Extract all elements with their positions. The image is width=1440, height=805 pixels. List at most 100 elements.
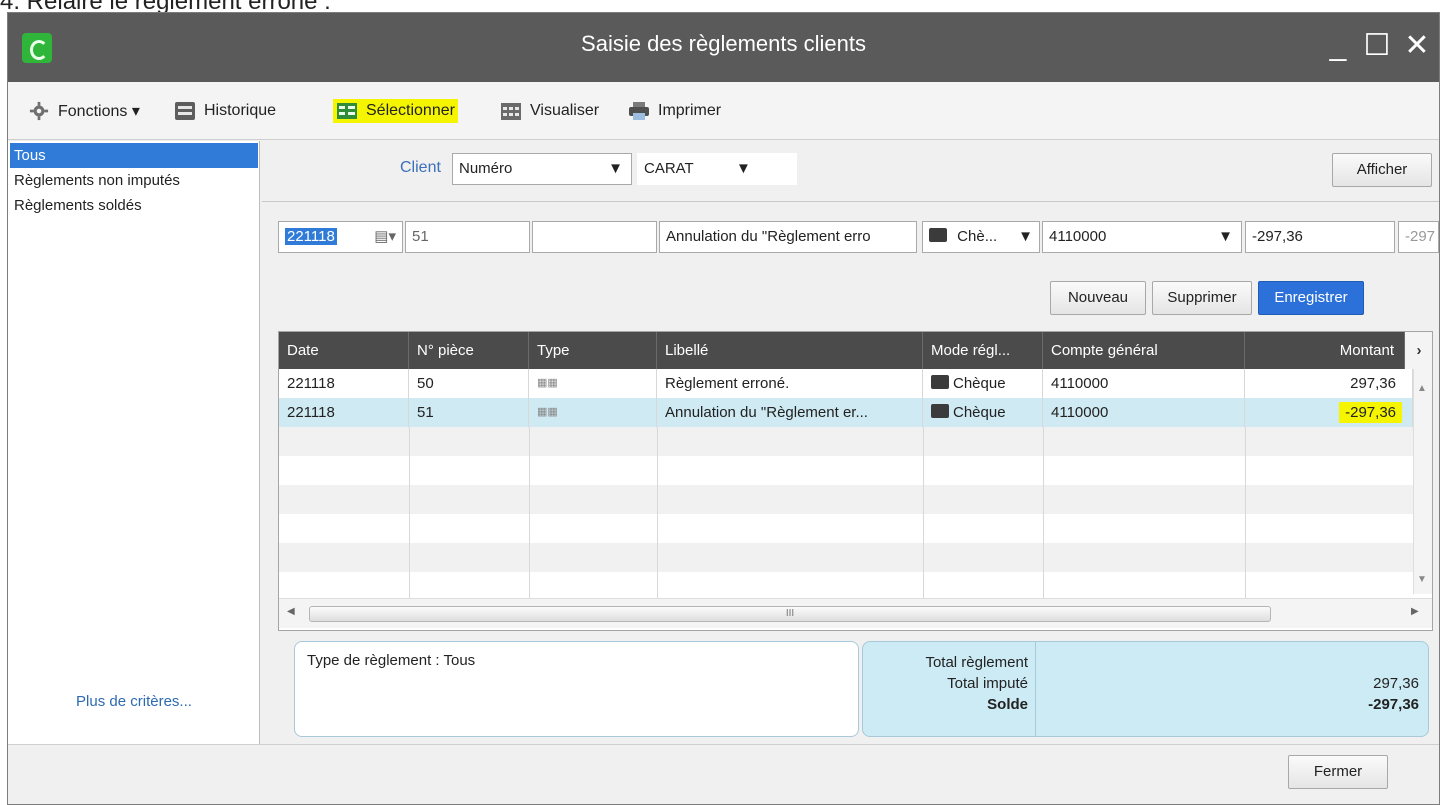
footer-bar: Fermer [8,744,1439,804]
total-impute-label: Total imputé [947,675,1028,692]
history-icon [175,102,195,120]
col-libelle[interactable]: Libellé [657,332,923,369]
col-account[interactable]: Compte général [1043,332,1245,369]
calendar-icon [501,103,521,120]
entry-account-select[interactable]: 4110000 ▼ [1042,221,1242,253]
entry-date-field[interactable]: 221118 ▤▾ [278,221,403,253]
cell-date: 221118 [279,369,409,398]
chevron-down-icon: ▼ [608,160,623,177]
print-label: Imprimer [658,102,722,119]
minimize-button[interactable]: _ [1320,27,1356,65]
cell-libelle: Règlement erroné. [657,369,923,398]
cell-piece: 50 [409,369,529,398]
entry-mode-select[interactable]: Chè... ▼ [922,221,1040,253]
entry-mode-value: Chè... [957,228,998,245]
scroll-right-icon[interactable]: › [1405,332,1432,369]
cell-libelle: Annulation du "Règlement er... [657,398,923,427]
show-button[interactable]: Afficher [1332,153,1432,187]
totals-labels: Total règlement Total imputé Solde [863,652,1028,715]
functions-menu-button[interactable]: Fonctions ▾ [28,82,140,140]
cell-account: 4110000 [1043,398,1245,427]
select-highlight: Sélectionner [333,99,458,123]
history-button[interactable]: Historique [174,82,276,140]
sidebar-item-settled[interactable]: Règlements soldés [10,193,258,218]
col-piece[interactable]: N° pièce [409,332,529,369]
functions-label: Fonctions ▾ [58,103,140,120]
select-button[interactable]: Sélectionner [333,82,458,140]
cell-date: 221118 [279,398,409,427]
calendar-dropdown-icon[interactable]: ▤▾ [374,222,396,252]
print-button[interactable]: Imprimer [628,82,721,140]
entry-amount-field[interactable]: -297,36 [1245,221,1395,253]
sidebar-item-unassigned[interactable]: Règlements non imputés [10,168,258,193]
client-mode-select[interactable]: Numéro ▼ [452,153,632,185]
scroll-up-icon[interactable]: ▲ [1417,383,1427,394]
entry-piece-field[interactable]: 51 [405,221,530,253]
column-divider [409,427,410,598]
more-criteria-link[interactable]: Plus de critères... [8,693,260,710]
cell-mode-label: Chèque [953,375,1006,392]
table-row-empty [279,543,1413,572]
scroll-grip: III [785,608,795,619]
total-reglement-label: Total règlement [925,654,1028,671]
col-type[interactable]: Type [529,332,657,369]
horizontal-scroll-thumb[interactable]: III [309,606,1271,622]
select-label: Sélectionner [366,102,455,119]
gear-icon [29,101,49,121]
window-title: Saisie des règlements clients [581,31,866,56]
totals-panel: Total règlement Total imputé Solde 297,3… [862,641,1429,737]
column-divider [923,427,924,598]
table-row-empty [279,456,1413,485]
vertical-scrollbar[interactable]: ▲ ▼ [1413,369,1432,594]
column-divider [529,427,530,598]
cheque-icon [931,404,949,418]
scroll-down-icon[interactable]: ▼ [1417,574,1427,585]
col-amount[interactable]: Montant [1245,332,1405,369]
title-bar: Saisie des règlements clients _ ☐ ✕ [8,13,1439,82]
maximize-button[interactable]: ☐ [1358,27,1396,65]
window: Saisie des règlements clients _ ☐ ✕ Fonc… [7,12,1440,805]
sidebar-item-all[interactable]: Tous [10,143,258,168]
table-row-selected[interactable]: 221118 51 ▦▦ Annulation du "Règlement er… [279,398,1413,427]
column-divider [1245,427,1246,598]
entry-date-value: 221118 [285,228,337,245]
client-value: CARAT [644,160,694,177]
view-button[interactable]: Visualiser [500,82,599,140]
cell-type-icon: ▦▦ [529,398,657,427]
col-mode[interactable]: Mode régl... [923,332,1043,369]
close-window-button[interactable]: ✕ [1398,27,1436,65]
entry-blank-field[interactable] [532,221,657,253]
solde-label: Solde [987,696,1028,713]
main-panel: Client Numéro ▼ CARAT ▼ Afficher 221118 … [262,141,1439,744]
cell-amount: 297,36 [1245,369,1413,398]
payment-type-summary: Type de règlement : Tous [294,641,859,737]
chevron-down-icon: ▼ [736,160,751,177]
sidebar: Tous Règlements non imputés Règlements s… [8,141,260,744]
cell-mode: Chèque [923,398,1043,427]
totals-values: 297,36 -297,36 [1043,673,1419,715]
cell-piece: 51 [409,398,529,427]
entry-libelle-field[interactable]: Annulation du "Règlement erro [659,221,917,253]
view-label: Visualiser [530,102,600,119]
table-row[interactable]: 221118 50 ▦▦ Règlement erroné. Chèque 41… [279,369,1413,398]
amount-highlight: -297,36 [1339,402,1402,423]
divider [262,201,1439,202]
column-divider [657,427,658,598]
col-date[interactable]: Date [279,332,409,369]
delete-button[interactable]: Supprimer [1152,281,1252,315]
entry-amount-ghost-field[interactable]: -297 [1398,221,1439,253]
client-label: Client [400,159,441,176]
horizontal-scrollbar[interactable]: ◀ III ▶ [279,598,1432,628]
scroll-left-icon[interactable]: ◀ [287,606,295,617]
cell-type-icon: ▦▦ [529,369,657,398]
table-row-empty [279,514,1413,543]
new-button[interactable]: Nouveau [1050,281,1146,315]
client-select[interactable]: CARAT ▼ [637,153,797,185]
save-button[interactable]: Enregistrer [1258,281,1364,315]
select-icon [337,103,357,119]
close-button[interactable]: Fermer [1288,755,1388,789]
totals-divider [1035,642,1036,736]
scroll-right-small-icon[interactable]: ▶ [1411,606,1419,617]
cell-account: 4110000 [1043,369,1245,398]
solde-value: -297,36 [1368,696,1419,713]
